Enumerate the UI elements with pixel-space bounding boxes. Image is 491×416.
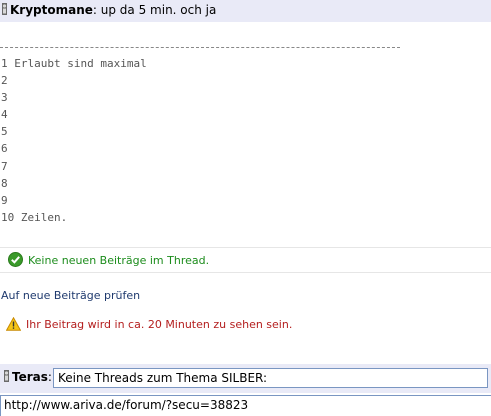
- signature-line: 1 Erlaubt sind maximal: [1, 57, 147, 70]
- signature-line: 2: [1, 74, 8, 88]
- warning-text: Ihr Beitrag wird in ca. 20 Minuten zu se…: [26, 318, 293, 331]
- reply-author-separator: :: [47, 370, 52, 384]
- reply-body-textarea[interactable]: http://www.ariva.de/forum/?secu=38823: [0, 395, 491, 416]
- signature-line: 5: [1, 125, 8, 139]
- signature-line: 10 Zeilen.: [1, 210, 68, 224]
- post-text: up da 5 min. och ja: [96, 3, 217, 17]
- signature-line: 7: [1, 159, 8, 173]
- signature-block: 1 Erlaubt sind maximal 2 3 4 5 6 7 8 9 10 Zeilen.: [1, 55, 147, 226]
- signature-line: 3: [1, 91, 8, 105]
- notice-text: Keine neuen Beiträge im Thread.: [28, 254, 210, 267]
- signature-line: 6: [1, 142, 8, 156]
- signature-line: 4: [1, 108, 8, 122]
- signature-line: 8: [1, 176, 8, 190]
- signature-line: 9: [1, 193, 8, 207]
- user-silhouette-icon: [2, 3, 7, 15]
- no-new-posts-notice: Keine neuen Beiträge im Thread.: [0, 247, 491, 273]
- signature-divider: [0, 47, 400, 48]
- post-author-name[interactable]: Kryptomane: [10, 3, 93, 17]
- moderation-warning: Ihr Beitrag wird in ca. 20 Minuten zu se…: [6, 317, 292, 331]
- check-new-posts-link[interactable]: Auf neue Beiträge prüfen: [1, 289, 140, 302]
- reply-author-name: Teras: [12, 370, 48, 384]
- green-check-icon: [8, 252, 23, 267]
- warning-triangle-icon: [6, 317, 21, 331]
- user-silhouette-icon: [4, 370, 9, 382]
- post-header: Kryptomane: up da 5 min. och ja: [0, 0, 491, 22]
- reply-title-input[interactable]: [53, 368, 488, 388]
